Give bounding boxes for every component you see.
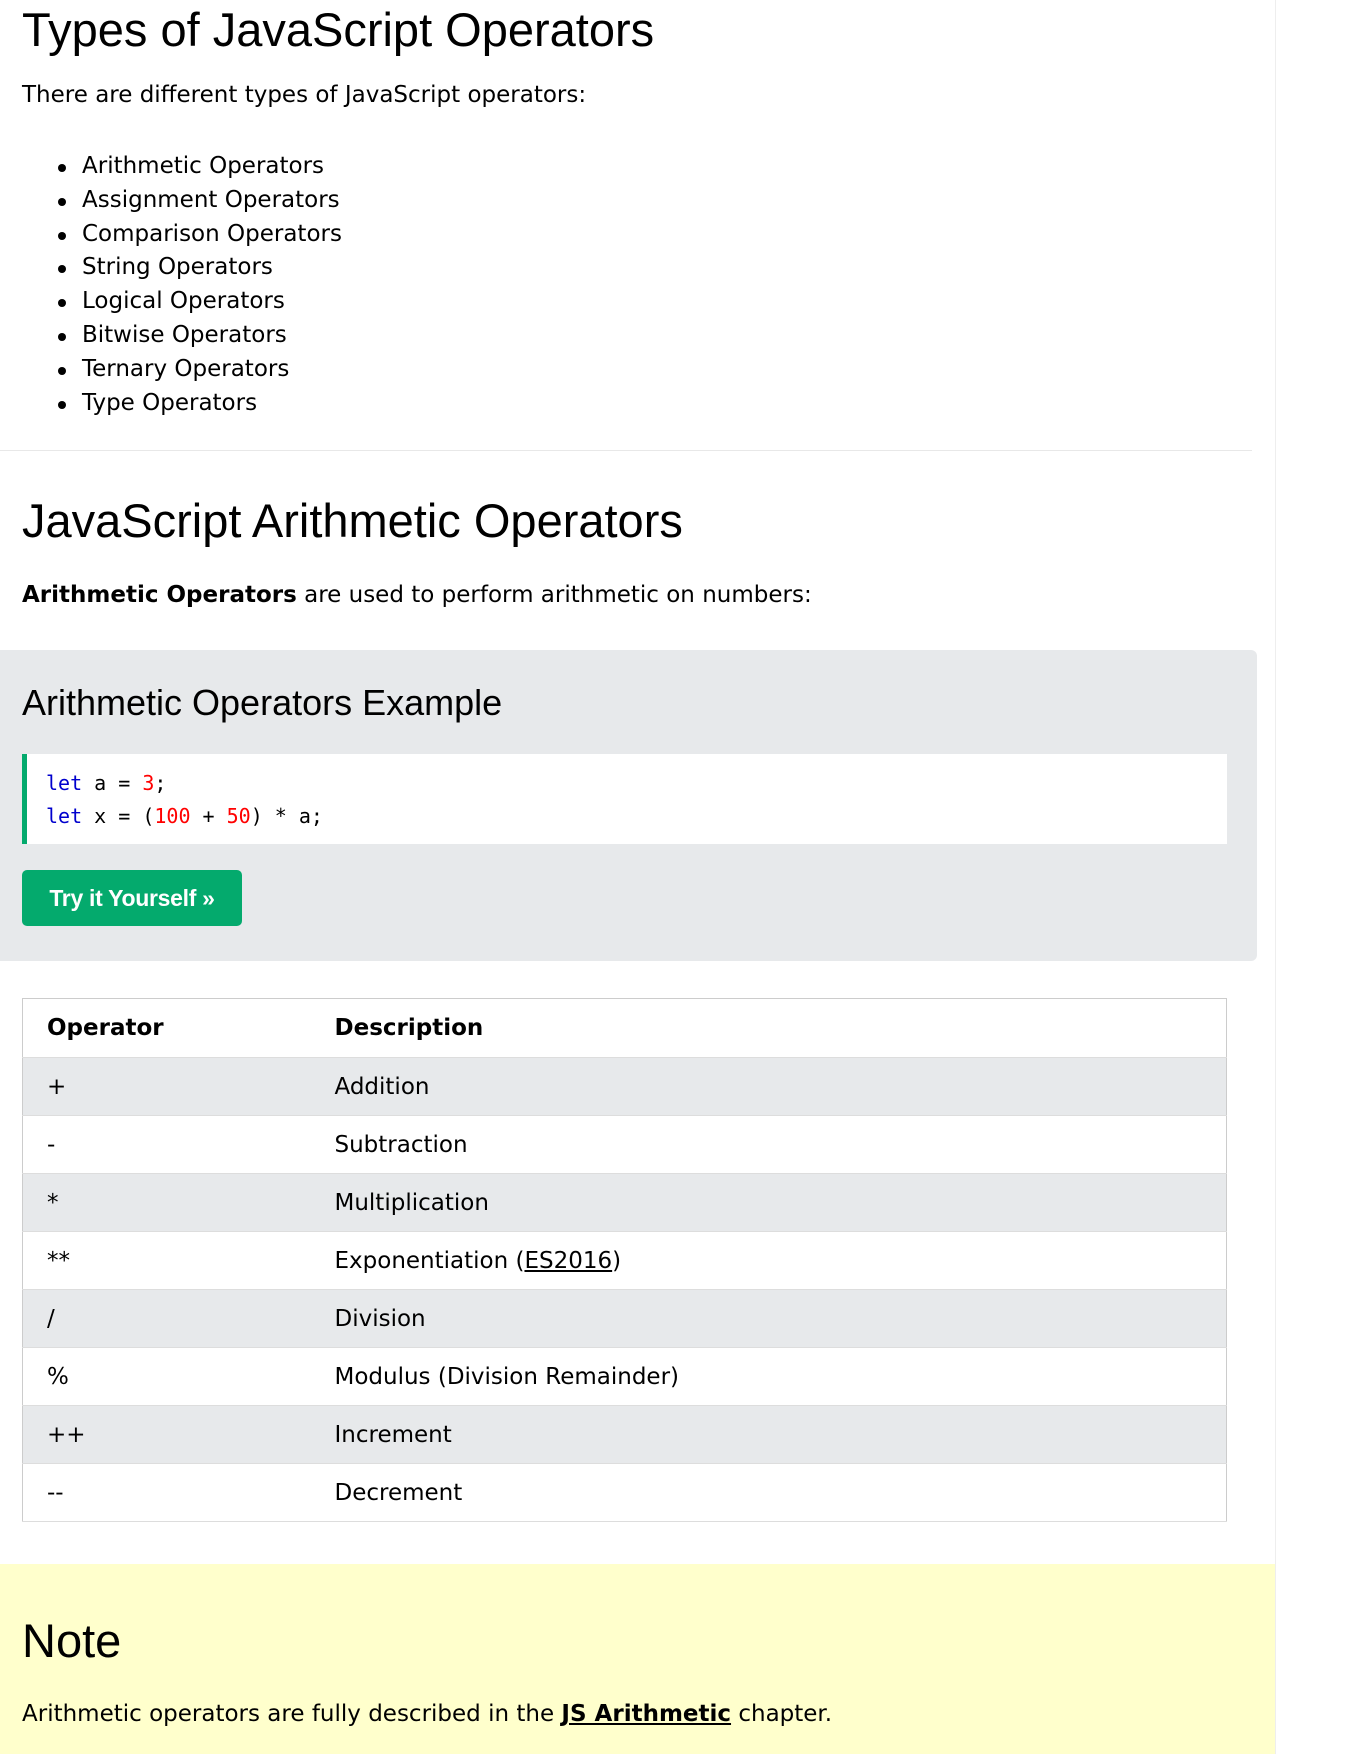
list-item: String Operators (58, 251, 342, 285)
description-cell: Subtraction (310, 1115, 1227, 1174)
note-text-after: chapter. (731, 1701, 833, 1727)
description-cell: Modulus (Division Remainder) (310, 1347, 1227, 1406)
list-item: Ternary Operators (58, 353, 342, 387)
operator-cell: * (22, 1173, 311, 1232)
code-text: a = (82, 771, 143, 795)
note-text-before: Arithmetic operators are fully described… (22, 1701, 562, 1727)
code-text: ) * a; (250, 804, 323, 828)
description-cell: Decrement (310, 1463, 1227, 1522)
list-item: Type Operators (58, 387, 342, 421)
arithmetic-heading: JavaScript Arithmetic Operators (22, 494, 683, 547)
types-intro: There are different types of JavaScript … (22, 82, 587, 108)
table-header-operator: Operator (22, 998, 311, 1058)
operator-cell: ** (22, 1231, 311, 1290)
example-box: Arithmetic Operators Example let a = 3; … (0, 650, 1257, 961)
es2016-link[interactable]: ES2016 (524, 1248, 612, 1274)
table-row: ++ Increment (22, 1405, 1227, 1464)
operator-cell: % (22, 1347, 311, 1406)
operator-cell: - (22, 1115, 311, 1174)
list-item: Logical Operators (58, 285, 342, 319)
code-keyword: let (46, 771, 83, 795)
right-margin (1275, 0, 1357, 1754)
table-row: / Division (22, 1289, 1227, 1348)
list-item: Arithmetic Operators (58, 150, 342, 184)
example-title: Arithmetic Operators Example (22, 682, 503, 723)
arithmetic-intro-bold: Arithmetic Operators (22, 582, 297, 608)
arithmetic-intro-text: are used to perform arithmetic on number… (296, 582, 812, 608)
description-cell: Increment (310, 1405, 1227, 1464)
main-content: Types of JavaScript Operators There are … (0, 0, 1275, 1754)
code-block[interactable]: let a = 3; let x = (100 + 50) * a; (22, 754, 1227, 844)
code-line: let x = (100 + 50) * a; (46, 800, 1227, 833)
code-text: ; (154, 771, 167, 795)
note-box: Note Arithmetic operators are fully desc… (0, 1564, 1275, 1754)
table-row: -- Decrement (22, 1463, 1227, 1522)
operator-cell: / (22, 1289, 311, 1348)
note-text: Arithmetic operators are fully described… (22, 1703, 832, 1726)
description-text: Exponentiation ( (334, 1247, 525, 1274)
description-cell: Multiplication (310, 1173, 1227, 1232)
table-row: ** Exponentiation (ES2016) (22, 1231, 1227, 1290)
list-item: Comparison Operators (58, 218, 342, 252)
section-divider (0, 450, 1252, 451)
code-number: 3 (142, 771, 155, 795)
code-text: + (190, 804, 227, 828)
js-arithmetic-link[interactable]: JS Arithmetic (561, 1701, 731, 1727)
table-row: - Subtraction (22, 1115, 1227, 1174)
code-keyword: let (46, 804, 83, 828)
types-heading: Types of JavaScript Operators (22, 3, 655, 56)
operators-table: Operator Description + Addition - Subtra… (22, 998, 1227, 1522)
operator-cell: -- (22, 1463, 311, 1522)
description-cell: Division (310, 1289, 1227, 1348)
table-row: % Modulus (Division Remainder) (22, 1347, 1227, 1406)
operator-types-list: Arithmetic Operators Assignment Operator… (58, 150, 342, 420)
description-cell: Addition (310, 1057, 1227, 1116)
code-number: 100 (154, 804, 191, 828)
code-text: x = ( (82, 804, 155, 828)
table-row: + Addition (22, 1057, 1227, 1116)
table-header-row: Operator Description (22, 998, 1227, 1058)
code-line: let a = 3; (46, 767, 1227, 800)
arithmetic-intro: Arithmetic Operators are used to perform… (22, 584, 812, 607)
operator-cell: + (22, 1057, 311, 1116)
description-text: ) (612, 1247, 622, 1274)
table-row: * Multiplication (22, 1173, 1227, 1232)
try-it-yourself-button[interactable]: Try it Yourself » (22, 870, 242, 926)
description-cell: Exponentiation (ES2016) (310, 1231, 1227, 1290)
note-title: Note (22, 1614, 122, 1667)
operator-cell: ++ (22, 1405, 311, 1464)
code-number: 50 (226, 804, 251, 828)
table-header-description: Description (310, 998, 1227, 1058)
page: Types of JavaScript Operators There are … (0, 0, 1357, 1754)
list-item: Bitwise Operators (58, 319, 342, 353)
list-item: Assignment Operators (58, 184, 342, 218)
